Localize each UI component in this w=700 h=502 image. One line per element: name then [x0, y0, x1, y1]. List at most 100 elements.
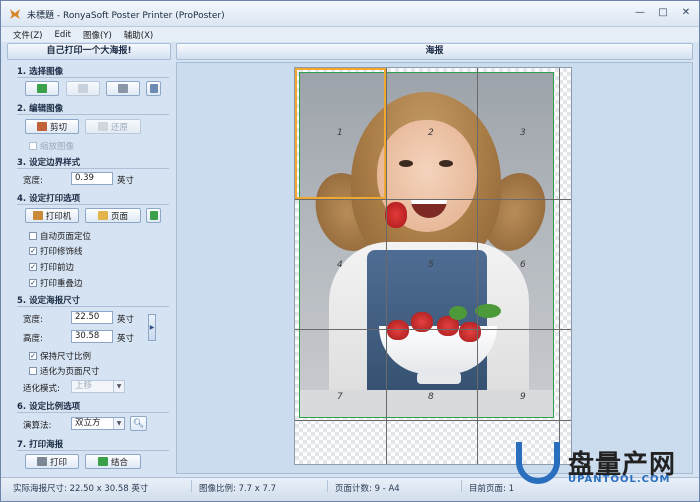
- scan-image-button[interactable]: [106, 81, 140, 96]
- tile-number[interactable]: 6: [520, 260, 526, 270]
- auto-position-label: 自动页面定位: [40, 232, 92, 242]
- finish-button[interactable]: 结合: [85, 454, 141, 469]
- restore-button[interactable]: 还原: [85, 119, 141, 134]
- scanner-icon: [118, 84, 128, 93]
- section-print-options: 4. 设定打印选项: [17, 194, 81, 204]
- tile-number[interactable]: 3: [520, 128, 526, 138]
- watermark-url: UPANTOOL.COM: [568, 474, 671, 485]
- checkbox-box: ✓: [29, 247, 37, 255]
- printer-label: 打印机: [45, 211, 72, 222]
- poster-height-unit: 英寸: [117, 334, 135, 344]
- tile-divider: [559, 68, 560, 464]
- border-width-label: 宽度:: [23, 176, 43, 186]
- fit-mode-select[interactable]: 上移 ▼: [71, 380, 125, 393]
- print-overlap-checkbox[interactable]: ✓ 打印重叠边: [29, 277, 83, 289]
- divider: [17, 412, 169, 413]
- border-width-input[interactable]: 0.39: [71, 172, 113, 185]
- settings-panel: 1. 选择图像 2. 编辑图像 剪切 还原 缩放图像 3. 设定边界样式 宽度:…: [9, 62, 172, 472]
- poster-width-input[interactable]: 22.50: [71, 311, 113, 324]
- chevron-down-icon: ▼: [113, 418, 124, 429]
- minimize-button[interactable]: —: [633, 7, 647, 19]
- divider: [17, 168, 169, 169]
- crop-label: 剪切: [49, 122, 67, 133]
- zoom-button[interactable]: 🔍︎: [130, 416, 147, 431]
- menu-edit[interactable]: Edit: [54, 30, 70, 40]
- menu-help[interactable]: 辅助(X): [124, 29, 153, 41]
- tile-divider: [295, 329, 571, 330]
- print-cut-lines-checkbox[interactable]: ✓ 打印修饰线: [29, 245, 83, 257]
- keep-ratio-checkbox[interactable]: ✓ 保持尺寸比例: [29, 350, 91, 362]
- status-actual-size: 实际海报尺寸: 22.50 x 30.58 英寸: [13, 484, 149, 494]
- image-properties-button[interactable]: [146, 81, 161, 96]
- section-poster-size: 5. 设定海报尺寸: [17, 296, 81, 306]
- checkbox-box: [29, 367, 37, 375]
- print-margins-checkbox[interactable]: ✓ 打印前边: [29, 261, 74, 273]
- printer-button[interactable]: 打印机: [25, 208, 79, 223]
- fit-mode-value: 上移: [75, 381, 93, 391]
- restore-icon: [97, 122, 108, 131]
- save-icon: [78, 84, 88, 93]
- app-window: 未標題 - RonyaSoft Poster Printer (ProPoste…: [0, 0, 700, 502]
- section-border-style: 3. 设定边界样式: [17, 158, 81, 168]
- finish-label: 结合: [110, 457, 128, 468]
- poster-height-label: 高度:: [23, 334, 43, 344]
- tile-number[interactable]: 7: [337, 392, 343, 402]
- print-cut-lines-label: 打印修饰线: [40, 247, 83, 257]
- tile-number[interactable]: 4: [337, 260, 343, 270]
- divider: [17, 306, 169, 307]
- fit-page-label: 适化为页面尺寸: [40, 367, 100, 377]
- fit-mode-label: 适化模式:: [23, 384, 60, 394]
- scale-image-label: 缩放图像: [40, 142, 75, 152]
- print-preview-button[interactable]: [146, 208, 161, 223]
- checkbox-box: ✓: [29, 279, 37, 287]
- poster-height-input[interactable]: 30.58: [71, 330, 113, 343]
- fit-page-checkbox[interactable]: 适化为页面尺寸: [29, 365, 100, 377]
- tile-number[interactable]: 1: [337, 128, 343, 138]
- algorithm-label: 演算法:: [23, 421, 52, 431]
- printer-icon: [36, 457, 47, 466]
- divider: [17, 114, 169, 115]
- maximize-button[interactable]: □: [656, 7, 670, 19]
- poster-preview[interactable]: 1 2 3 4 5 6 7 8 9: [294, 67, 572, 465]
- poster-width-unit: 英寸: [117, 315, 135, 325]
- tile-divider: [386, 68, 387, 464]
- title-bar: 未標題 - RonyaSoft Poster Printer (ProPoste…: [1, 1, 699, 27]
- menu-file[interactable]: 文件(Z): [13, 29, 42, 41]
- page-setup-button[interactable]: 页面: [85, 208, 141, 223]
- poster-panel-header: 海报: [176, 43, 693, 60]
- print-label: 打印: [49, 457, 67, 468]
- finish-icon: [97, 457, 108, 466]
- close-button[interactable]: ✕: [679, 7, 693, 19]
- tile-number[interactable]: 2: [428, 128, 434, 138]
- auto-position-checkbox[interactable]: 自动页面定位: [29, 230, 91, 242]
- save-image-button[interactable]: [66, 81, 100, 96]
- page-label: 页面: [110, 211, 128, 222]
- app-icon: [10, 9, 20, 19]
- status-page-count: 页面计数: 9 - A4: [335, 484, 400, 494]
- divider: [17, 77, 169, 78]
- tile-number[interactable]: 9: [520, 392, 526, 402]
- menu-image[interactable]: 图像(Y): [83, 29, 112, 41]
- section-scale-options: 6. 设定比例选项: [17, 402, 81, 412]
- poster-width-label: 宽度:: [23, 315, 43, 325]
- chevron-down-icon: ▼: [113, 381, 124, 392]
- print-overlap-label: 打印重叠边: [40, 279, 83, 289]
- restore-label: 还原: [110, 122, 128, 133]
- open-image-button[interactable]: [25, 81, 59, 96]
- expand-arrow-icon[interactable]: ▶: [148, 314, 156, 341]
- divider: [17, 450, 169, 451]
- properties-icon: [149, 84, 158, 93]
- tile-number[interactable]: 8: [428, 392, 434, 402]
- print-button[interactable]: 打印: [25, 454, 79, 469]
- algorithm-select[interactable]: 双立方 ▼: [71, 417, 125, 430]
- crop-button[interactable]: 剪切: [25, 119, 79, 134]
- tile-number[interactable]: 5: [428, 260, 434, 270]
- print-margins-label: 打印前边: [40, 263, 75, 273]
- scale-image-checkbox[interactable]: 缩放图像: [29, 140, 74, 152]
- poster-canvas[interactable]: 1 2 3 4 5 6 7 8 9: [176, 62, 693, 474]
- tile-divider: [295, 199, 571, 200]
- keep-ratio-label: 保持尺寸比例: [40, 352, 92, 362]
- checkbox-box: ✓: [29, 352, 37, 360]
- preview-icon: [149, 211, 158, 220]
- status-current-page: 目前页面: 1: [469, 484, 514, 494]
